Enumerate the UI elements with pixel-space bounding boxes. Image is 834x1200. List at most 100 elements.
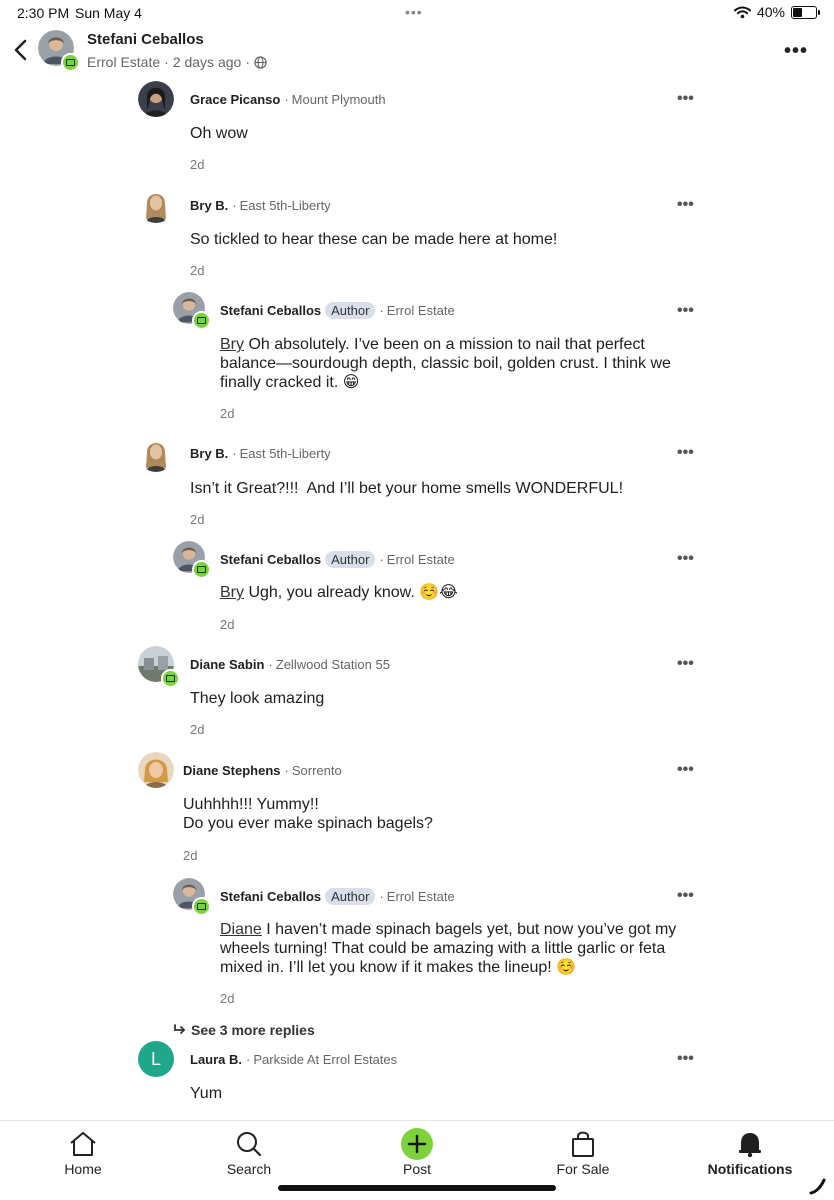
comment-time[interactable]: 2d (220, 617, 234, 632)
post-more-button[interactable]: ••• (784, 40, 808, 63)
comment-time[interactable]: 2d (190, 722, 204, 737)
reply-body: I haven’t made spinach bagels yet, but n… (220, 921, 677, 976)
comment-text: Diane I haven’t made spinach bagels yet,… (220, 920, 690, 977)
comment-time[interactable]: 2d (220, 406, 234, 421)
meta-separator: · (232, 198, 237, 213)
comment-more-button[interactable]: ••• (677, 196, 694, 214)
author-name[interactable]: Stefani Ceballos (87, 31, 204, 48)
commenter-name[interactable]: Bry B. (190, 446, 228, 461)
nav-post[interactable]: Post (367, 1128, 467, 1177)
multitasking-dots-icon[interactable]: ••• (405, 4, 423, 20)
nav-for-sale-label: For Sale (556, 1161, 610, 1177)
comment-text: Bry Ugh, you already know. ☺️😂 (220, 583, 690, 602)
status-indicators: 40% (733, 4, 820, 20)
commenter-neighborhood[interactable]: Parkside At Errol Estates (253, 1052, 397, 1067)
commenter-neighborhood[interactable]: Errol Estate (387, 889, 455, 904)
avatar-initial: L (150, 1048, 161, 1069)
comment-time[interactable]: 2d (183, 848, 197, 863)
comment-more-button[interactable]: ••• (677, 302, 694, 320)
comment-more-button[interactable]: ••• (677, 655, 694, 673)
author-badge: Author (325, 302, 376, 319)
commenter-neighborhood[interactable]: Zellwood Station 55 (276, 657, 390, 672)
commenter-name[interactable]: Grace Picanso (190, 92, 280, 107)
commenter-avatar[interactable] (173, 292, 211, 330)
commenter-avatar[interactable] (138, 187, 174, 223)
comment-time[interactable]: 2d (220, 991, 234, 1006)
nav-home[interactable]: Home (33, 1129, 133, 1177)
commenter-name[interactable]: Diane Stephens (183, 763, 281, 778)
neighborhood-badge-icon (192, 897, 211, 916)
comment-time[interactable]: 2d (190, 512, 204, 527)
commenter-name[interactable]: Diane Sabin (190, 657, 264, 672)
comment-more-button[interactable]: ••• (677, 887, 694, 905)
commenter-name[interactable]: Stefani Ceballos (220, 303, 321, 318)
author-neighborhood[interactable]: Errol Estate (87, 54, 160, 70)
chevron-left-icon (14, 39, 27, 61)
comment-text-line: Do you ever make spinach bagels? (183, 815, 433, 832)
commenter-photo (138, 436, 174, 472)
comment-text: Isn’t it Great?!!! And I’ll bet your hom… (190, 480, 624, 497)
commenter-avatar[interactable] (173, 541, 211, 579)
reply-body: Ugh, you already know. ☺️😂 (248, 584, 458, 601)
comment-author-line: Diane Stephens · Sorrento (183, 763, 342, 778)
nav-notifications[interactable]: Notifications (695, 1129, 805, 1177)
nav-search[interactable]: Search (199, 1129, 299, 1177)
commenter-neighborhood[interactable]: East 5th-Liberty (240, 198, 331, 213)
commenter-avatar[interactable] (138, 436, 174, 472)
commenter-neighborhood[interactable]: East 5th-Liberty (240, 446, 331, 461)
home-indicator[interactable] (278, 1185, 556, 1191)
commenter-avatar[interactable] (138, 752, 174, 788)
comment-text: Bry Oh absolutely. I’ve been on a missio… (220, 335, 690, 392)
status-time: 2:30 PM (17, 5, 70, 21)
nav-notifications-label: Notifications (707, 1161, 793, 1177)
post-meta: Errol Estate · 2 days ago · (87, 54, 267, 70)
comment-text: Uuhhhh!!! Yummy!! Do you ever make spina… (183, 795, 683, 833)
meta-separator: · (379, 889, 384, 904)
comment-more-button[interactable]: ••• (677, 1050, 694, 1068)
comment-author-line: Bry B. · East 5th-Liberty (190, 198, 331, 213)
commenter-photo (138, 752, 174, 788)
reply-arrow-icon (174, 1024, 185, 1034)
comment-author-line: Bry B. · East 5th-Liberty (190, 446, 331, 461)
commenter-name[interactable]: Stefani Ceballos (220, 889, 321, 904)
author-avatar[interactable] (38, 30, 80, 72)
commenter-neighborhood[interactable]: Sorrento (292, 763, 342, 778)
back-button[interactable] (10, 38, 30, 62)
commenter-neighborhood[interactable]: Mount Plymouth (292, 92, 386, 107)
comment-author-line: Stefani Ceballos Author · Errol Estate (220, 551, 455, 568)
meta-separator: · (246, 1052, 251, 1067)
comment-author-line: Stefani Ceballos Author · Errol Estate (220, 888, 455, 905)
comment-time[interactable]: 2d (190, 263, 204, 278)
comment-text: Oh wow (190, 125, 248, 142)
comment-author-line: Stefani Ceballos Author · Errol Estate (220, 302, 455, 319)
globe-icon (254, 55, 267, 69)
comment-time[interactable]: 2d (190, 157, 204, 172)
see-more-replies-button[interactable]: See 3 more replies (173, 1022, 315, 1038)
neighborhood-badge-icon (192, 311, 211, 330)
commenter-neighborhood[interactable]: Errol Estate (387, 552, 455, 567)
commenter-name[interactable]: Bry B. (190, 198, 228, 213)
comment-more-button[interactable]: ••• (677, 90, 694, 108)
bell-icon (739, 1133, 761, 1158)
commenter-name[interactable]: Laura B. (190, 1052, 242, 1067)
comment-more-button[interactable]: ••• (677, 550, 694, 568)
author-badge: Author (325, 888, 376, 905)
commenter-name[interactable]: Stefani Ceballos (220, 552, 321, 567)
wifi-icon (733, 6, 751, 18)
commenter-avatar[interactable] (138, 646, 180, 688)
mention-link[interactable]: Diane (220, 921, 262, 938)
commenter-avatar[interactable] (138, 81, 174, 117)
post-time: 2 days ago (172, 54, 242, 70)
commenter-neighborhood[interactable]: Errol Estate (387, 303, 455, 318)
mention-link[interactable]: Bry (220, 584, 244, 601)
commenter-avatar[interactable] (173, 878, 211, 916)
meta-separator: · (379, 303, 384, 318)
commenter-photo (138, 187, 174, 223)
mention-link[interactable]: Bry (220, 336, 244, 353)
comment-more-button[interactable]: ••• (677, 444, 694, 462)
comment-more-button[interactable]: ••• (677, 761, 694, 779)
commenter-avatar[interactable]: L (138, 1041, 174, 1077)
author-badge: Author (325, 551, 376, 568)
nav-for-sale[interactable]: For Sale (533, 1129, 633, 1177)
meta-separator: · (379, 552, 384, 567)
